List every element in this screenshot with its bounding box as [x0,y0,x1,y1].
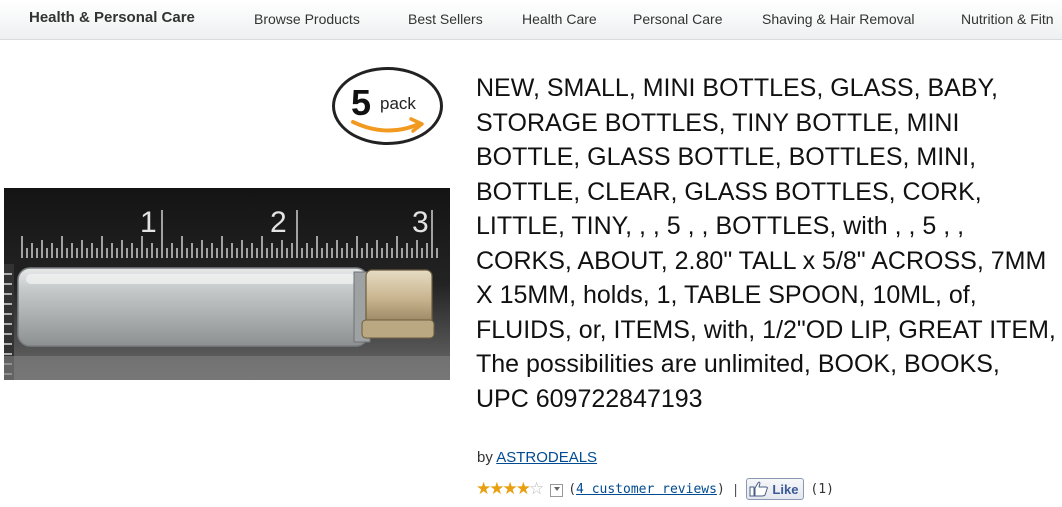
rating-row: ★★★★☆ ( 4 customer reviews ) | Like (1) [476,478,834,500]
thumbs-up-icon [749,481,769,497]
like-label: Like [772,481,799,497]
like-count: (1) [810,481,834,497]
bottle-with-ruler-photo: 1 2 3 [4,188,450,380]
pack-count-badge: 5 pack [332,67,443,145]
reviews-open-paren: ( [568,481,577,497]
by-label: by [477,449,493,466]
byline: by ASTRODEALS [477,449,597,466]
product-image[interactable]: 1 2 3 [4,188,450,380]
top-navigation-bar: Health & Personal Care Browse Products B… [0,0,1062,40]
nav-personal-care[interactable]: Personal Care [633,11,723,27]
reviews-close-paren: ) [716,481,725,497]
nav-browse-products[interactable]: Browse Products [254,11,360,27]
seller-link[interactable]: ASTRODEALS [496,449,597,466]
pack-label: pack [380,94,416,113]
smile-arrow-icon [351,117,424,133]
customer-reviews-link[interactable]: 4 customer reviews [576,482,717,497]
chevron-down-icon[interactable] [550,483,564,497]
nav-shaving-hair-removal[interactable]: Shaving & Hair Removal [762,11,915,27]
cork [365,269,433,329]
separator: | [733,481,738,497]
facebook-like-button[interactable]: Like [746,478,805,500]
star-rating-icon[interactable]: ★★★★☆ [476,479,544,499]
ruler-number-2: 2 [270,206,287,239]
product-title: NEW, SMALL, MINI BOTTLES, GLASS, BABY, S… [476,74,1056,413]
nav-nutrition-fitness[interactable]: Nutrition & Fitn [961,11,1054,27]
nav-best-sellers[interactable]: Best Sellers [408,11,483,27]
category-title[interactable]: Health & Personal Care [29,9,195,26]
nav-health-care[interactable]: Health Care [522,11,597,27]
ruler-number-1: 1 [140,206,157,239]
ruler-number-3: 3 [412,206,429,239]
